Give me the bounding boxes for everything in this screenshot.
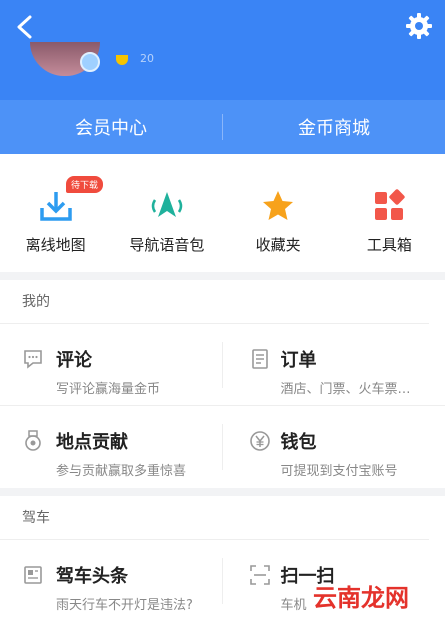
pending-download-badge: 待下载 bbox=[66, 176, 104, 193]
tab-coin-mall[interactable]: 金币商城 bbox=[223, 114, 445, 140]
item-title: 评论 bbox=[56, 350, 92, 371]
back-arrow-icon[interactable] bbox=[10, 12, 40, 42]
section-title: 驾车 bbox=[0, 496, 429, 540]
item-place-contribution[interactable]: 地点贡献 参与贡献赢取多重惊喜 bbox=[0, 406, 223, 488]
wallet-yen-icon bbox=[249, 431, 270, 451]
level-text: 20 bbox=[140, 52, 154, 65]
order-icon bbox=[251, 349, 268, 369]
news-icon bbox=[24, 566, 42, 584]
download-icon bbox=[39, 192, 72, 221]
item-title: 钱包 bbox=[280, 432, 317, 453]
tool-toolbox[interactable]: 工具箱 bbox=[334, 154, 445, 272]
item-wallet[interactable]: 钱包 可提现到支付宝账号 bbox=[223, 406, 445, 488]
item-subtitle: 参与贡献赢取多重惊喜 bbox=[56, 464, 187, 479]
section-title: 我的 bbox=[0, 280, 429, 324]
item-subtitle: 酒店、门票、火车票… bbox=[280, 382, 411, 397]
item-order[interactable]: 订单 酒店、门票、火车票… bbox=[222, 324, 445, 406]
quick-tools: 待下载 离线地图 导航语音包 收藏夹 工具箱 bbox=[0, 154, 445, 272]
profile-header: 20 bbox=[0, 0, 445, 100]
item-subtitle: 雨天行车不开灯是违法? bbox=[56, 598, 193, 613]
comment-icon bbox=[24, 350, 42, 369]
tool-offline-map[interactable]: 待下载 离线地图 bbox=[0, 154, 111, 272]
star-icon bbox=[263, 191, 294, 220]
item-driving-news[interactable]: 驾车头条 雨天行车不开灯是违法? bbox=[0, 540, 223, 622]
tool-label: 工具箱 bbox=[366, 236, 412, 254]
gear-icon[interactable] bbox=[405, 12, 433, 40]
tool-label: 离线地图 bbox=[25, 236, 86, 254]
section-mine: 我的 评论 写评论赢海量金币 订单 酒店、门票、火车票… 地点贡献 参与贡献赢取… bbox=[0, 280, 445, 488]
member-tabs: 会员中心 金币商城 bbox=[0, 100, 445, 154]
tool-favorites[interactable]: 收藏夹 bbox=[223, 154, 334, 272]
tool-voice-pack[interactable]: 导航语音包 bbox=[111, 154, 222, 272]
item-title: 地点贡献 bbox=[56, 432, 128, 453]
coin-icon bbox=[116, 55, 128, 65]
navigation-arrow-icon bbox=[151, 192, 183, 217]
item-subtitle: 写评论赢海量金币 bbox=[56, 382, 161, 397]
item-title: 驾车头条 bbox=[56, 566, 128, 587]
verified-badge-icon bbox=[80, 52, 100, 72]
item-subtitle: 可提现到支付宝账号 bbox=[280, 464, 398, 479]
tool-label: 导航语音包 bbox=[129, 236, 205, 254]
tool-label: 收藏夹 bbox=[255, 236, 301, 254]
item-comment[interactable]: 评论 写评论赢海量金币 bbox=[0, 324, 223, 406]
toolbox-icon bbox=[375, 189, 406, 220]
tab-member-center[interactable]: 会员中心 bbox=[0, 114, 222, 140]
medal-icon bbox=[25, 430, 41, 451]
item-title: 订单 bbox=[280, 350, 317, 371]
watermark: 云南龙网 bbox=[313, 584, 409, 612]
scan-icon bbox=[249, 565, 270, 585]
